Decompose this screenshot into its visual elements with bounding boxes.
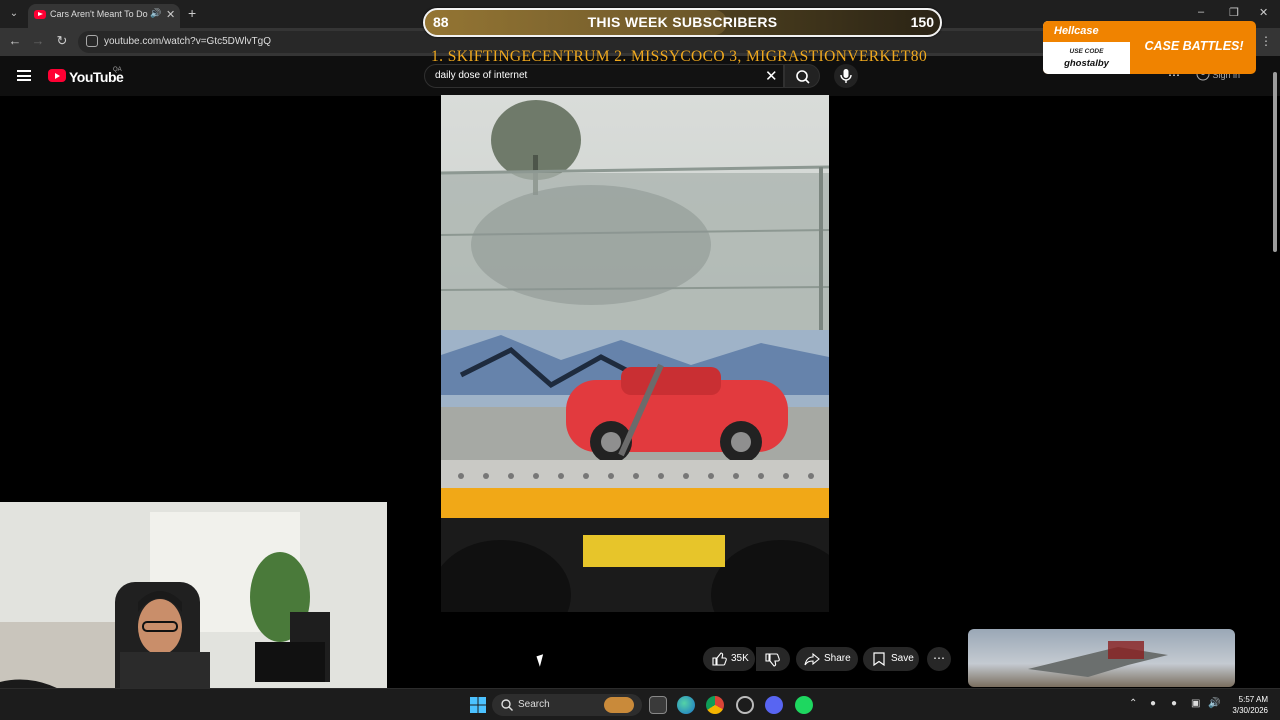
subscriber-goal-target: 150	[910, 14, 934, 30]
chrome-icon[interactable]	[706, 696, 724, 714]
tab-close-icon[interactable]: ✕	[166, 8, 175, 21]
window-close-icon[interactable]: ✕	[1259, 6, 1268, 19]
save-button[interactable]: Save	[863, 647, 919, 671]
tray-mic-icon[interactable]: ●	[1171, 698, 1177, 709]
country-code: QA	[113, 67, 122, 73]
youtube-favicon-icon	[34, 10, 46, 19]
more-actions-icon: ⋯	[933, 651, 945, 665]
microphone-icon	[840, 69, 852, 83]
share-button[interactable]: Share	[796, 647, 858, 671]
forward-icon[interactable]: →	[29, 33, 47, 48]
thumbnail-image	[1028, 641, 1168, 677]
edge-icon[interactable]	[677, 696, 695, 714]
save-label: Save	[891, 653, 914, 664]
url-text[interactable]: youtube.com/watch?v=Gtc5DWlvTgQ	[104, 36, 271, 47]
speaker-icon[interactable]: 🔊	[150, 8, 161, 19]
sponsor-code: ghostalby	[1064, 58, 1109, 69]
browser-tab[interactable]: Cars Aren't Meant To Do Th 🔊 ✕	[28, 4, 180, 28]
share-label: Share	[824, 653, 851, 664]
video-frame	[441, 95, 829, 612]
sponsor-brand-bar: Hellcase	[1043, 21, 1130, 42]
menu-icon[interactable]	[17, 70, 31, 81]
sponsor-cta: CASE BATTLES!	[1144, 39, 1244, 53]
new-tab-icon[interactable]: +	[188, 5, 196, 21]
taskbar-search-icon	[501, 699, 513, 711]
discord-icon[interactable]	[765, 696, 783, 714]
screen: ⌄ Cars Aren't Meant To Do Th 🔊 ✕ + – ❐ ✕…	[0, 0, 1280, 720]
sponsor-use-code-label: USE CODE	[1069, 48, 1104, 55]
clock-date[interactable]: 3/30/2026	[1220, 706, 1268, 715]
volume-icon[interactable]: 🔊	[1208, 698, 1220, 709]
thumbs-down-icon	[765, 653, 780, 667]
search-button[interactable]	[784, 64, 820, 88]
page-scrollbar[interactable]	[1270, 60, 1280, 688]
tab-title: Cars Aren't Meant To Do Th	[50, 9, 150, 19]
top-subscribers-ticker: 1. SKIFTINGECENTRUM 2. MISSYCOCO 3, MIGR…	[431, 48, 928, 65]
more-actions-button[interactable]: ⋯	[927, 647, 951, 671]
tray-expand-icon[interactable]: ⌃	[1129, 698, 1137, 709]
sponsor-badge: Hellcase USE CODE ghostalby CASE BATTLES…	[1043, 21, 1256, 74]
sponsor-brand: Hellcase	[1054, 25, 1099, 37]
search-highlight-icon	[604, 697, 634, 713]
video-player[interactable]	[441, 95, 829, 612]
clear-search-icon[interactable]: ✕	[765, 67, 778, 85]
mouse-cursor-icon	[536, 654, 547, 667]
like-count: 35K	[731, 653, 749, 664]
windows-taskbar: Search ⌃ ● ● ▣ 🔊 5:57 AM 3/30/2026	[0, 688, 1280, 720]
reload-icon[interactable]: ↻	[53, 33, 71, 49]
search-query[interactable]: daily dose of internet	[435, 70, 527, 81]
back-icon[interactable]: ←	[6, 33, 24, 48]
thumbs-up-icon	[712, 652, 727, 666]
voice-search-button[interactable]	[834, 64, 858, 88]
app-icon[interactable]	[736, 696, 754, 714]
clock-time[interactable]: 5:57 AM	[1220, 695, 1268, 704]
windows-start-icon[interactable]	[469, 696, 487, 714]
taskbar-search-label: Search	[518, 699, 550, 710]
scrollbar-thumb[interactable]	[1273, 72, 1277, 252]
dislike-button[interactable]	[756, 647, 790, 671]
tab-search-icon[interactable]: ⌄	[5, 5, 23, 23]
tray-app-icon[interactable]: ●	[1150, 698, 1156, 709]
search-icon	[796, 70, 810, 84]
minimize-icon[interactable]: –	[1198, 6, 1204, 18]
subscriber-goal-label: THIS WEEK SUBSCRIBERS	[587, 14, 778, 30]
sponsor-code-panel: Hellcase USE CODE ghostalby	[1043, 21, 1130, 74]
task-view-icon[interactable]	[649, 696, 667, 714]
bookmark-icon	[873, 652, 885, 667]
recommended-video-thumbnail[interactable]	[968, 629, 1235, 687]
search-input[interactable]: daily dose of internet ✕	[424, 64, 784, 88]
subscriber-goal-bar: 88 THIS WEEK SUBSCRIBERS 150	[423, 8, 942, 37]
browser-menu-icon[interactable]: ⋮	[1260, 34, 1272, 48]
restore-icon[interactable]: ❐	[1229, 6, 1239, 19]
site-info-icon[interactable]	[86, 35, 98, 47]
share-icon	[804, 652, 820, 666]
network-icon[interactable]: ▣	[1191, 698, 1200, 709]
spotify-icon[interactable]	[795, 696, 813, 714]
taskbar-search[interactable]: Search	[492, 694, 642, 716]
like-button[interactable]: 35K	[703, 647, 755, 671]
youtube-logo-icon[interactable]	[48, 69, 66, 82]
